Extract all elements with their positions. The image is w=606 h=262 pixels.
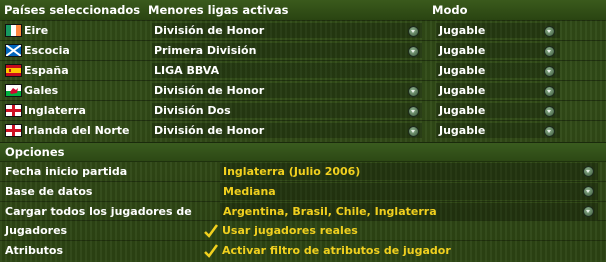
league-value: División Dos <box>154 104 231 117</box>
country-name: España <box>24 64 69 77</box>
ireland-flag-icon <box>5 24 22 37</box>
country-row-gales[interactable]: Gales División de Honor Jugable <box>0 80 606 100</box>
country-row-espana[interactable]: España LIGA BBVA Jugable <box>0 60 606 80</box>
dropdown-arrow-icon[interactable] <box>544 126 555 137</box>
country-name: Irlanda del Norte <box>24 124 130 137</box>
league-value: Primera División <box>154 44 257 57</box>
dropdown-arrow-icon[interactable] <box>408 26 419 37</box>
dropdown-arrow-icon[interactable] <box>544 46 555 57</box>
attributes-label: Atributos <box>5 244 64 257</box>
england-flag-icon <box>5 104 22 117</box>
players-label: Jugadores <box>5 224 68 237</box>
scotland-flag-icon <box>5 44 22 57</box>
mode-value: Jugable <box>439 24 486 37</box>
country-name: Inglaterra <box>24 104 86 117</box>
dropdown-arrow-icon[interactable] <box>544 26 555 37</box>
header-mode[interactable]: Modo <box>432 3 467 17</box>
dropdown-arrow-icon[interactable] <box>408 106 419 117</box>
mode-value: Jugable <box>439 84 486 97</box>
start-date-select[interactable]: Inglaterra (Julio 2006) <box>220 163 598 180</box>
spain-flag-icon <box>5 64 22 77</box>
league-select[interactable]: División Dos <box>152 103 422 118</box>
option-row-players[interactable]: Jugadores Usar jugadores reales <box>0 220 606 241</box>
dropdown-arrow-icon[interactable] <box>408 86 419 97</box>
country-name: Escocia <box>24 44 70 57</box>
mode-select[interactable]: Jugable <box>436 63 560 78</box>
dropdown-arrow-icon[interactable] <box>583 186 594 197</box>
dropdown-arrow-icon[interactable] <box>583 206 594 217</box>
start-date-label: Fecha inicio partida <box>5 165 128 178</box>
header-countries[interactable]: Países seleccionados <box>4 3 140 17</box>
dropdown-arrow-icon[interactable] <box>544 106 555 117</box>
league-value: División de Honor <box>154 24 265 37</box>
mode-value: Jugable <box>439 64 486 77</box>
league-value: División de Honor <box>154 124 265 137</box>
country-name: Eire <box>24 24 49 37</box>
load-players-value: Argentina, Brasil, Chile, Inglaterra <box>223 205 437 218</box>
checkmark-icon[interactable] <box>203 243 219 259</box>
league-select[interactable]: Primera División <box>152 43 422 58</box>
mode-select[interactable]: Jugable <box>436 103 560 118</box>
dropdown-arrow-icon[interactable] <box>583 166 594 177</box>
dropdown-arrow-icon[interactable] <box>408 46 419 57</box>
database-value: Mediana <box>223 185 276 198</box>
load-players-label: Cargar todos los jugadores de <box>5 205 192 218</box>
country-row-eire[interactable]: Eire División de Honor Jugable <box>0 20 606 40</box>
option-row-attributes[interactable]: Atributos Activar filtro de atributos de… <box>0 240 606 261</box>
league-value: LIGA BBVA <box>154 64 220 77</box>
dropdown-arrow-icon[interactable] <box>544 66 555 77</box>
mode-select[interactable]: Jugable <box>436 43 560 58</box>
dropdown-arrow-icon[interactable] <box>408 126 419 137</box>
league-select[interactable]: División de Honor <box>152 83 422 98</box>
table-header: Países seleccionados Menores ligas activ… <box>0 0 606 20</box>
league-select[interactable]: División de Honor <box>152 123 422 138</box>
wales-flag-icon <box>5 84 22 97</box>
mode-value: Jugable <box>439 44 486 57</box>
country-name: Gales <box>24 84 59 97</box>
mode-value: Jugable <box>439 104 486 117</box>
country-row-irlanda-del-norte[interactable]: Irlanda del Norte División de Honor Juga… <box>0 120 606 140</box>
option-row-load-players[interactable]: Cargar todos los jugadores de Argentina,… <box>0 201 606 222</box>
option-row-start-date[interactable]: Fecha inicio partida Inglaterra (Julio 2… <box>0 161 606 182</box>
options-header: Opciones <box>0 142 606 162</box>
attributes-value[interactable]: Activar filtro de atributos de jugador <box>222 244 451 257</box>
header-leagues[interactable]: Menores ligas activas <box>148 3 289 17</box>
options-title: Opciones <box>5 145 65 159</box>
country-row-inglaterra[interactable]: Inglaterra División Dos Jugable <box>0 100 606 120</box>
dropdown-arrow-icon[interactable] <box>544 86 555 97</box>
option-row-database[interactable]: Base de datos Mediana <box>0 181 606 202</box>
mode-select[interactable]: Jugable <box>436 83 560 98</box>
mode-select[interactable]: Jugable <box>436 123 560 138</box>
league-value: División de Honor <box>154 84 265 97</box>
mode-select[interactable]: Jugable <box>436 23 560 38</box>
database-select[interactable]: Mediana <box>220 183 598 200</box>
database-label: Base de datos <box>5 185 93 198</box>
northern-ireland-flag-icon <box>5 124 22 137</box>
load-players-select[interactable]: Argentina, Brasil, Chile, Inglaterra <box>220 203 598 220</box>
league-select[interactable]: División de Honor <box>152 23 422 38</box>
mode-value: Jugable <box>439 124 486 137</box>
start-date-value: Inglaterra (Julio 2006) <box>223 165 361 178</box>
country-row-escocia[interactable]: Escocia Primera División Jugable <box>0 40 606 60</box>
league-select[interactable]: LIGA BBVA <box>152 63 422 78</box>
checkmark-icon[interactable] <box>203 223 219 239</box>
players-value[interactable]: Usar jugadores reales <box>222 224 358 237</box>
